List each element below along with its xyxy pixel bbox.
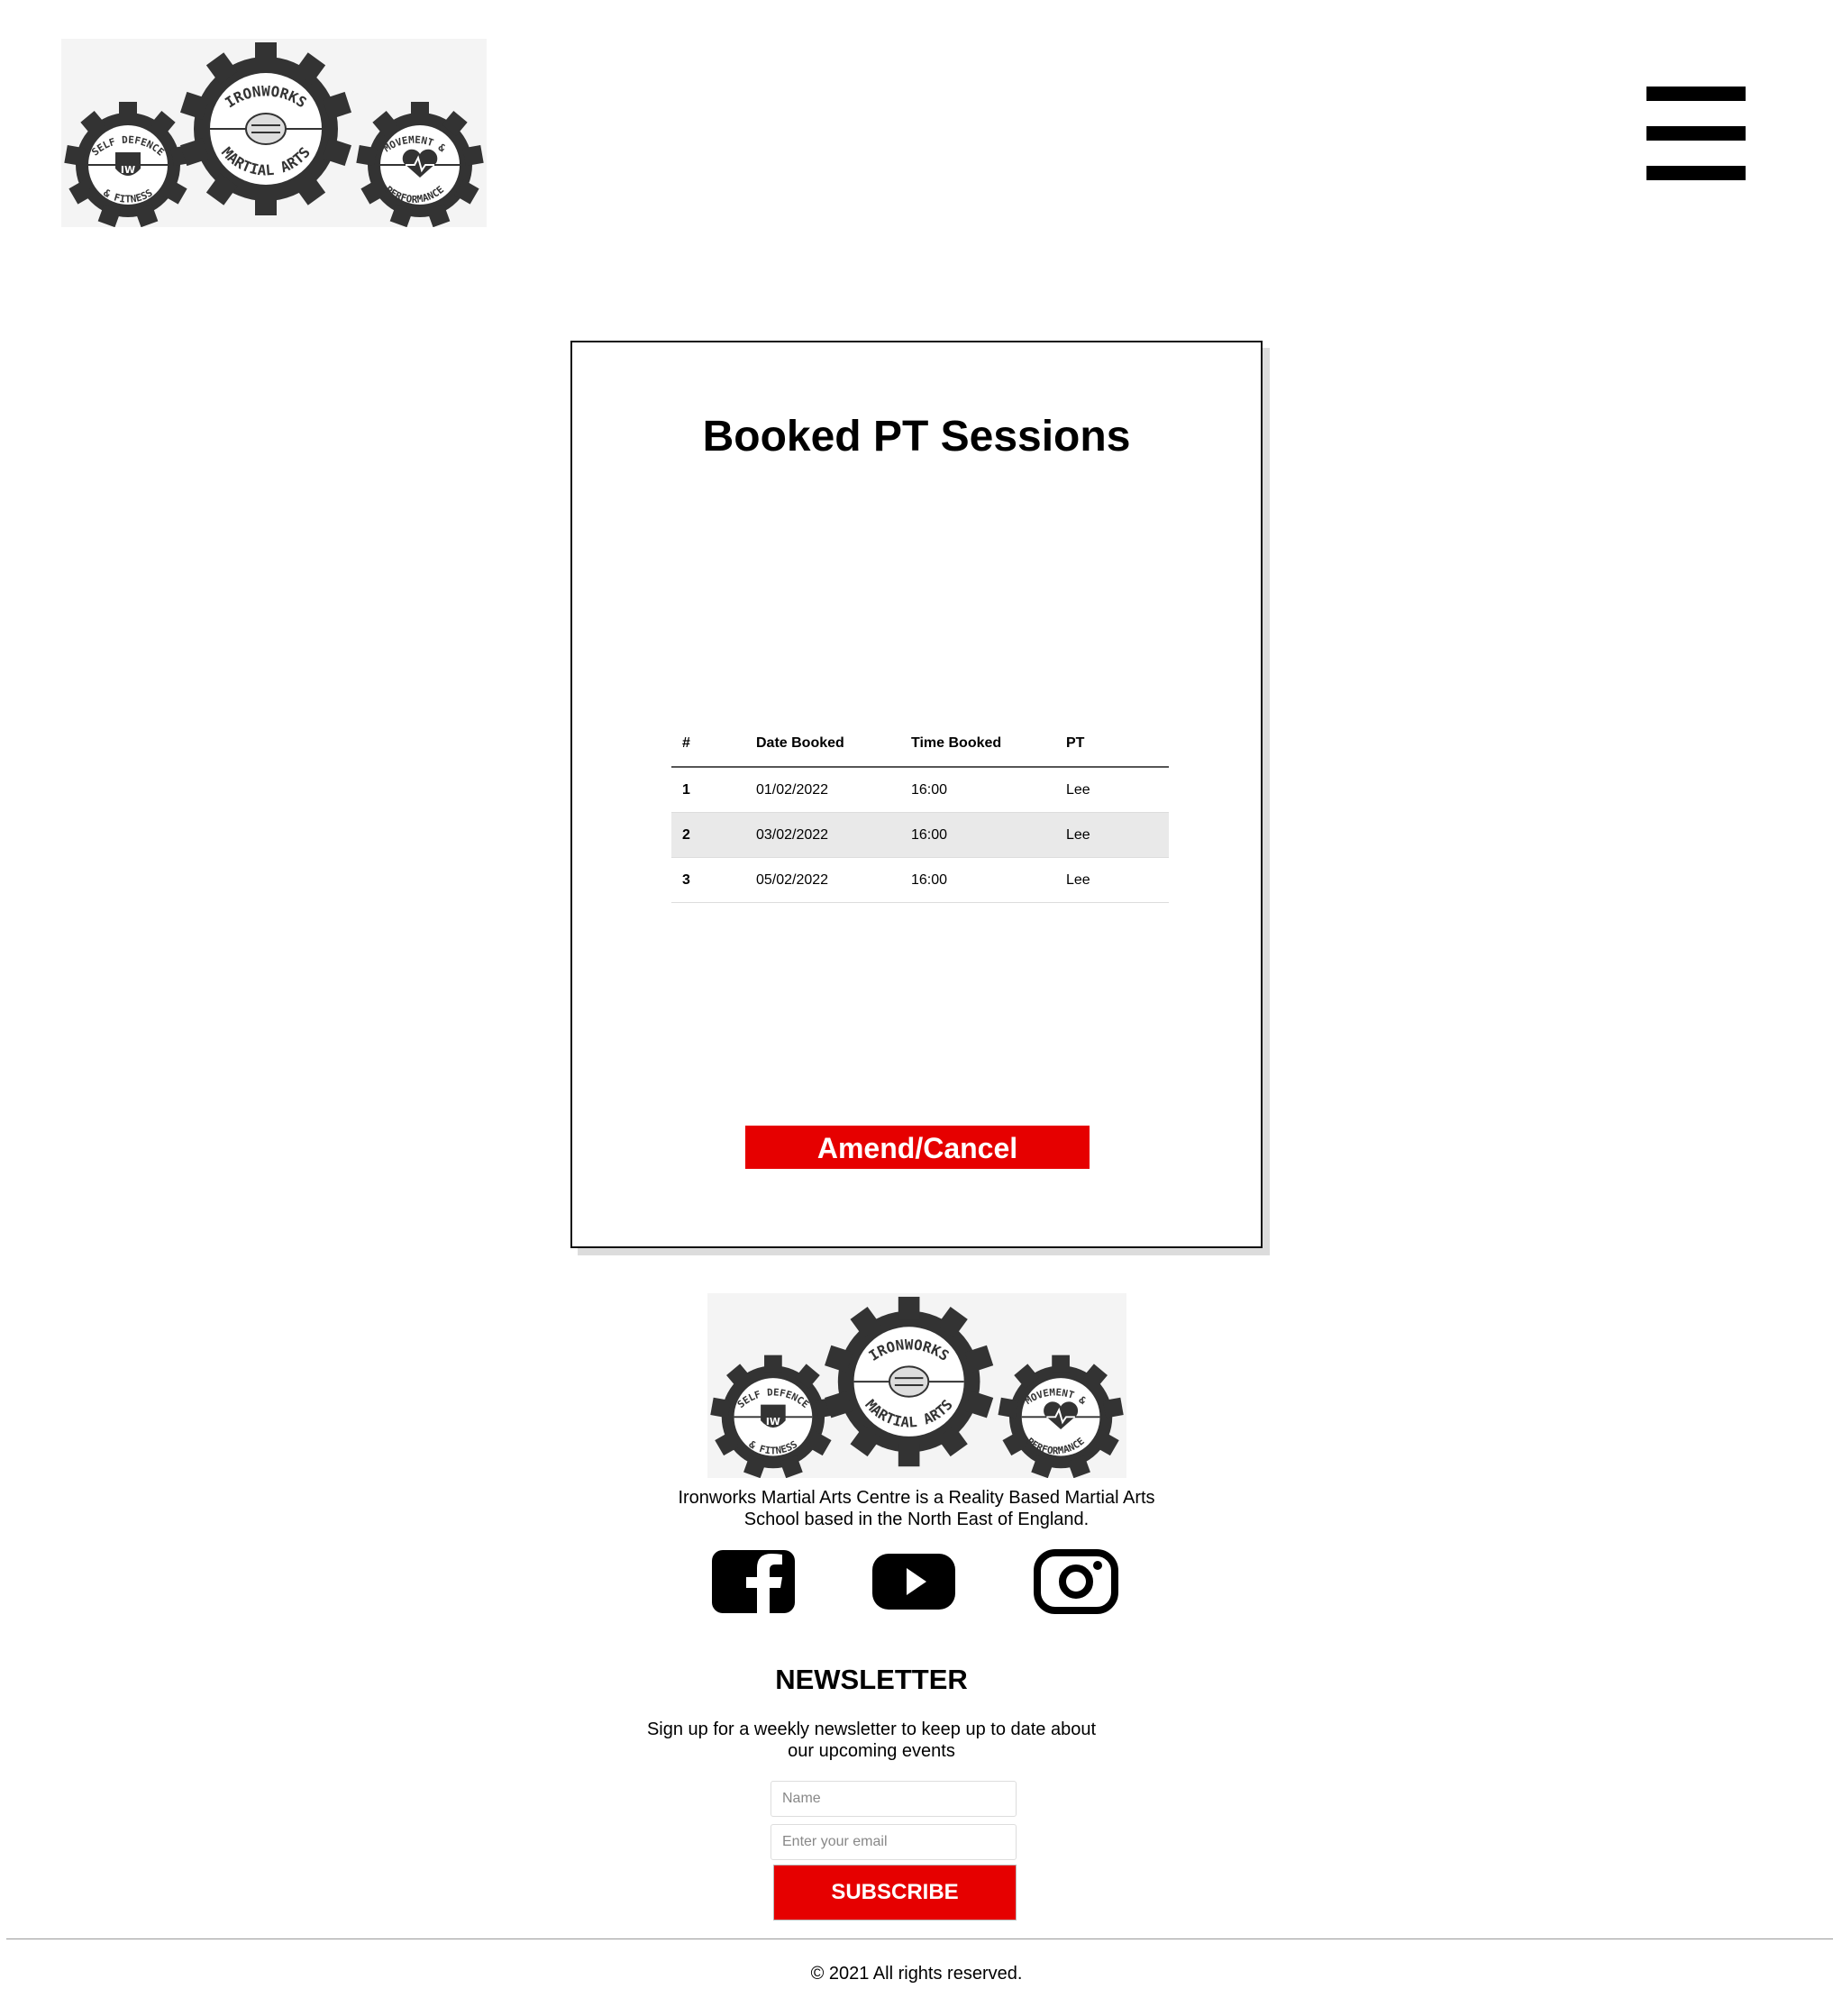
footer-logo[interactable]: SELF DEFENCE & FITNESS IW IRONWORKS MART… [707, 1293, 1126, 1478]
logo-graphic: SELF DEFENCE & FITNESS IW IRONWORKS MART… [710, 1296, 1124, 1478]
pt-cell: Lee [1055, 812, 1169, 858]
facebook-icon[interactable] [710, 1548, 797, 1615]
newsletter-title: NEWSLETTER [775, 1664, 968, 1695]
svg-text:IW: IW [121, 164, 135, 176]
row-number: 3 [671, 857, 745, 903]
site-logo[interactable]: SELF DEFENCE & FITNESS IW IRONWORKS MART… [61, 39, 487, 227]
table-row[interactable]: 3 05/02/2022 16:00 Lee [671, 857, 1169, 903]
instagram-icon[interactable] [1033, 1548, 1119, 1615]
copyright-text: © 2021 All rights reserved. [810, 1964, 1023, 1984]
svg-text:IW: IW [766, 1416, 780, 1428]
column-header: Date Booked [745, 721, 900, 768]
table-row[interactable]: 1 01/02/2022 16:00 Lee [671, 767, 1169, 813]
hamburger-menu-icon[interactable] [1646, 87, 1746, 180]
row-number: 1 [671, 767, 745, 813]
email-input[interactable] [771, 1824, 1017, 1860]
footer-divider [6, 1938, 1833, 1939]
column-header: PT [1055, 721, 1169, 768]
column-header: # [671, 721, 745, 768]
table-header-row: # Date Booked Time Booked PT [671, 721, 1169, 768]
pt-cell: Lee [1055, 857, 1169, 903]
date-booked-cell: 03/02/2022 [745, 812, 900, 858]
menu-bar [1646, 166, 1746, 180]
subscribe-button[interactable]: SUBSCRIBE [773, 1865, 1017, 1920]
time-booked-cell: 16:00 [900, 812, 1055, 858]
date-booked-cell: 01/02/2022 [745, 767, 900, 813]
about-text: Ironworks Martial Arts Centre is a Reali… [678, 1488, 1155, 1529]
pt-cell: Lee [1055, 767, 1169, 813]
row-number: 2 [671, 812, 745, 858]
bookings-table: # Date Booked Time Booked PT 1 01/02/202… [671, 721, 1169, 903]
date-booked-cell: 05/02/2022 [745, 857, 900, 903]
logo-graphic: SELF DEFENCE & FITNESS IW IRONWORKS MART… [64, 42, 484, 227]
table-row[interactable]: 2 03/02/2022 16:00 Lee [671, 812, 1169, 858]
page-title: Booked PT Sessions [702, 413, 1131, 461]
booked-sessions-card: Booked PT Sessions # Date Booked Time Bo… [570, 341, 1263, 1248]
name-input[interactable] [771, 1781, 1017, 1817]
amend-cancel-button[interactable]: Amend/Cancel [745, 1126, 1090, 1169]
youtube-icon[interactable] [871, 1548, 957, 1615]
menu-bar [1646, 87, 1746, 101]
time-booked-cell: 16:00 [900, 857, 1055, 903]
menu-bar [1646, 126, 1746, 141]
column-header: Time Booked [900, 721, 1055, 768]
newsletter-description: Sign up for a weekly newsletter to keep … [646, 1720, 1097, 1761]
time-booked-cell: 16:00 [900, 767, 1055, 813]
